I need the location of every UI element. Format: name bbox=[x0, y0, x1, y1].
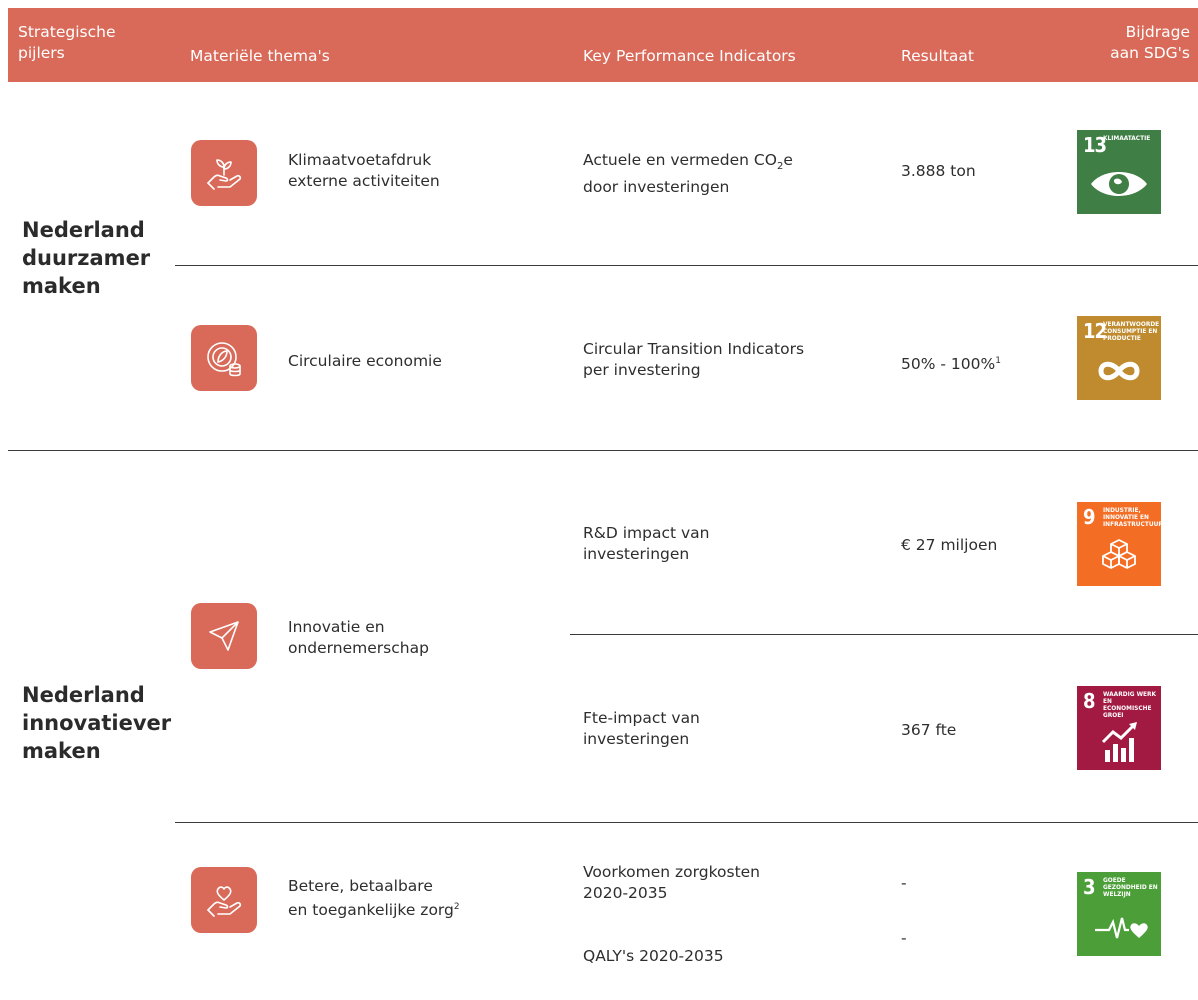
result-rd: € 27 miljoen bbox=[901, 536, 998, 554]
result-cti: 50% - 100%1 bbox=[901, 355, 1001, 374]
theme-care: Betere, betaalbare en toegankelijke zorg2 bbox=[288, 877, 460, 920]
kpi-care-costs: Voorkomen zorgkosten 2020-2035 bbox=[583, 863, 761, 902]
kpi-cti: Circular Transition Indicators per invest… bbox=[583, 340, 805, 379]
kpi-rd: R&D impact van investeringen bbox=[583, 524, 710, 563]
heart-in-hand-icon bbox=[191, 867, 257, 933]
circular-economy-icon bbox=[191, 325, 257, 391]
table-header: Strategische pijlers Materiële thema's Ke… bbox=[8, 8, 1198, 82]
theme-circular: Circulaire economie bbox=[288, 352, 442, 370]
paper-plane-icon bbox=[191, 603, 257, 669]
theme-climate: Klimaatvoetafdruk externe activiteiten bbox=[288, 151, 440, 190]
result-qaly: - bbox=[901, 929, 907, 947]
heartbeat-icon bbox=[1095, 917, 1148, 939]
theme-innovation: Innovatie en ondernemerschap bbox=[288, 618, 429, 657]
result-care-costs: - bbox=[901, 874, 907, 892]
pillar-innovative: Nederland innovatiever maken bbox=[22, 683, 172, 763]
row-divider bbox=[175, 822, 1198, 823]
header-result: Resultaat bbox=[901, 47, 974, 65]
result-fte: 367 fte bbox=[901, 721, 957, 739]
kpi-qaly: QALY's 2020-2035 bbox=[583, 947, 724, 965]
sdg-12-tile: 12 VERANTWOORDE CONSUMPTIE EN PRODUCTIE bbox=[1077, 316, 1161, 400]
sdg-8-tile: 8 WAARDIG WERK EN ECONOMISCHE GROEI bbox=[1077, 686, 1161, 770]
eye-globe-icon bbox=[1091, 172, 1147, 196]
growth-chart-icon bbox=[1101, 722, 1137, 762]
kpi-fte: Fte-impact van investeringen bbox=[583, 709, 700, 748]
kpi-co2: Actuele en vermeden CO2e door investering… bbox=[583, 151, 793, 197]
row-divider bbox=[570, 634, 1198, 635]
header-pillars: Strategische pijlers bbox=[18, 23, 116, 62]
header-themes: Materiële thema's bbox=[190, 47, 330, 65]
header-sdg: Bijdrage aan SDG's bbox=[1110, 23, 1190, 62]
sdg-13-tile: 13 KLIMAATACTIE bbox=[1077, 130, 1161, 214]
infinity-icon bbox=[1098, 361, 1140, 381]
cubes-icon bbox=[1102, 539, 1136, 569]
row-divider bbox=[175, 265, 1198, 266]
pillar-sustainable: Nederland duurzamer maken bbox=[22, 218, 151, 298]
plant-in-hand-icon bbox=[191, 140, 257, 206]
sdg-3-tile: 3 GOEDE GEZONDHEID EN WELZIJN bbox=[1077, 872, 1161, 956]
sdg-9-tile: 9 INDUSTRIE, INNOVATIE EN INFRASTRUCTUUR bbox=[1077, 502, 1163, 586]
result-co2: 3.888 ton bbox=[901, 162, 976, 180]
pillar-divider bbox=[8, 450, 1198, 451]
header-kpis: Key Performance Indicators bbox=[583, 47, 796, 65]
